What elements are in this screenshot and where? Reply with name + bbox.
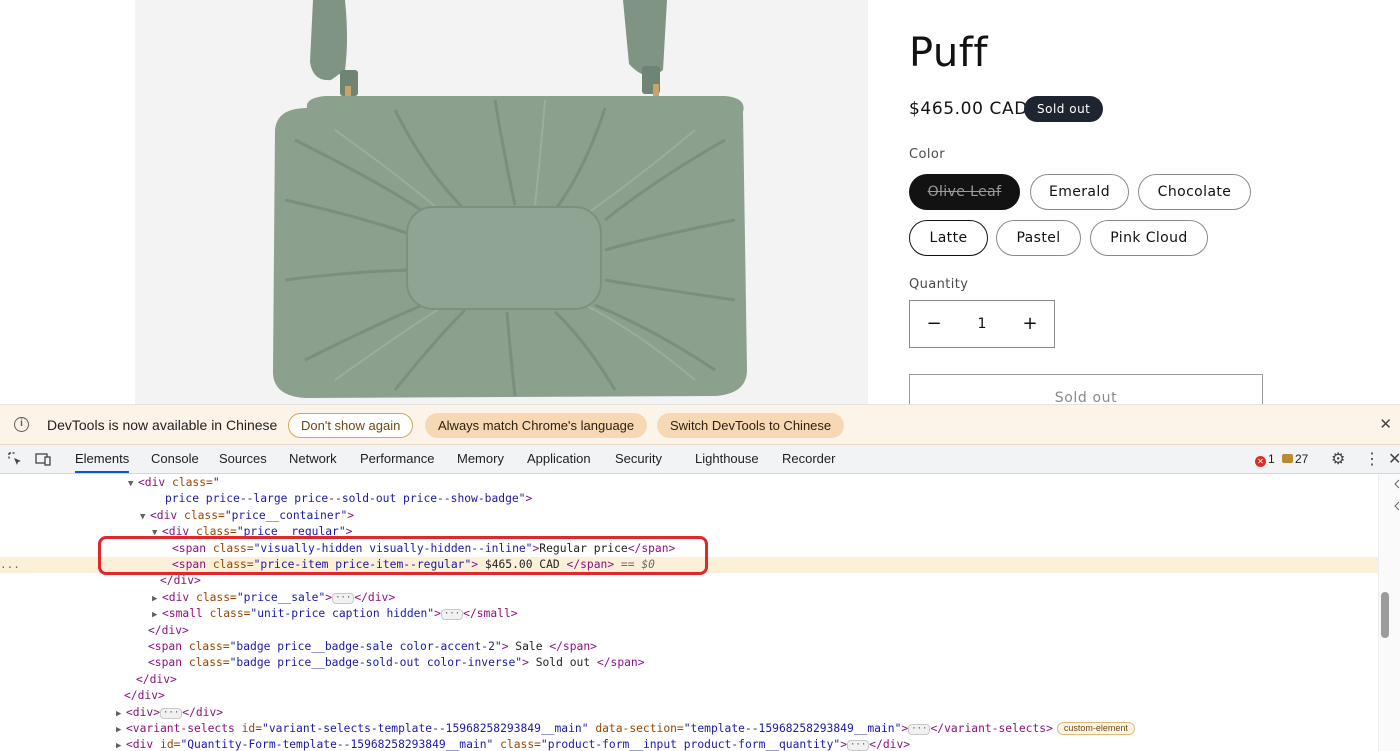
quantity-label: Quantity bbox=[909, 277, 969, 292]
collapse-triangle-icon[interactable]: ▶ bbox=[152, 607, 162, 623]
dont-show-again-button[interactable]: Don't show again bbox=[288, 413, 414, 438]
color-option-olive-leaf[interactable]: Olive Leaf bbox=[909, 174, 1020, 210]
dom-line[interactable]: price price--large price--sold-out price… bbox=[0, 491, 1378, 507]
tab-lighthouse[interactable]: Lighthouse bbox=[695, 445, 759, 473]
product-image[interactable] bbox=[135, 0, 868, 404]
dom-line[interactable]: ▼ <div class=" bbox=[0, 475, 1378, 491]
expand-triangle-icon[interactable]: ▼ bbox=[140, 509, 150, 525]
collapse-triangle-icon[interactable]: ▶ bbox=[116, 738, 126, 751]
dom-line[interactable]: ▶ <small class="unit-price caption hidden… bbox=[0, 606, 1378, 622]
tab-elements[interactable]: Elements bbox=[75, 445, 130, 473]
error-counter[interactable]: ✕ 1 bbox=[1255, 452, 1275, 467]
devtools-tabbar: Elements Console Sources Network Perform… bbox=[0, 445, 1400, 474]
more-options-icon[interactable]: ⋮ bbox=[1364, 449, 1380, 469]
info-icon: i bbox=[14, 417, 29, 432]
ellipsis-expander[interactable]: ··· bbox=[440, 609, 464, 621]
collapse-triangle-icon[interactable]: ▶ bbox=[116, 722, 126, 738]
color-option-pink-cloud[interactable]: Pink Cloud bbox=[1090, 220, 1208, 256]
language-infobar: i DevTools is now available in Chinese D… bbox=[0, 405, 1400, 445]
dom-line[interactable]: </div> bbox=[0, 688, 1378, 704]
product-price: $465.00 CAD bbox=[909, 99, 1028, 119]
dom-line[interactable]: </div> bbox=[0, 623, 1378, 639]
quantity-input[interactable]: 1 bbox=[958, 301, 1006, 347]
dom-line[interactable]: <span class="badge price__badge-sale col… bbox=[0, 639, 1378, 655]
error-count: 1 bbox=[1268, 452, 1275, 466]
dom-scrollbar-thumb[interactable] bbox=[1381, 592, 1389, 638]
close-devtools-icon[interactable]: ✕ bbox=[1388, 449, 1400, 469]
always-match-language-button[interactable]: Always match Chrome's language bbox=[425, 413, 648, 438]
devtools-panel: i DevTools is now available in Chinese D… bbox=[0, 404, 1400, 751]
dom-line[interactable]: ▼ <div class="price__container"> bbox=[0, 508, 1378, 524]
dom-line[interactable]: ▶ <div id="Quantity-Form-template--159682… bbox=[0, 737, 1378, 751]
tab-network[interactable]: Network bbox=[289, 445, 337, 473]
message-count: 27 bbox=[1295, 452, 1309, 466]
error-icon: ✕ bbox=[1255, 456, 1266, 467]
color-label: Color bbox=[909, 147, 945, 162]
expand-triangle-icon[interactable]: ▼ bbox=[128, 476, 138, 492]
tab-console[interactable]: Console bbox=[151, 445, 199, 473]
tab-memory[interactable]: Memory bbox=[457, 445, 504, 473]
quantity-increase-button[interactable]: + bbox=[1012, 301, 1048, 347]
color-option-pastel[interactable]: Pastel bbox=[996, 220, 1081, 256]
dom-line[interactable]: </div> bbox=[0, 672, 1378, 688]
custom-element-badge[interactable]: custom-element bbox=[1056, 722, 1135, 735]
sold-out-button[interactable]: Sold out bbox=[909, 374, 1263, 404]
color-option-chocolate[interactable]: Chocolate bbox=[1138, 174, 1251, 210]
dom-line[interactable]: ▶ <div> ··· </div> bbox=[0, 705, 1378, 721]
green-bag-illustration bbox=[273, 0, 747, 398]
quantity-decrease-button[interactable]: − bbox=[916, 301, 952, 347]
tab-sources[interactable]: Sources bbox=[219, 445, 267, 473]
tab-security[interactable]: Security bbox=[615, 445, 662, 473]
color-option-emerald[interactable]: Emerald bbox=[1030, 174, 1129, 210]
ellipsis-expander[interactable]: ··· bbox=[908, 724, 931, 735]
quantity-stepper: − 1 + bbox=[909, 300, 1055, 348]
tab-performance[interactable]: Performance bbox=[360, 445, 434, 473]
elements-dom-tree: ▼ <div class=" price price--large price--… bbox=[0, 475, 1378, 751]
close-icon[interactable]: ✕ bbox=[1379, 415, 1392, 433]
settings-gear-icon[interactable]: ⚙ bbox=[1331, 449, 1345, 469]
collapse-triangle-icon[interactable]: ▶ bbox=[116, 706, 126, 722]
infobar-message: DevTools is now available in Chinese bbox=[47, 417, 278, 433]
gutter-dots[interactable]: ... bbox=[0, 557, 20, 573]
tab-application[interactable]: Application bbox=[527, 445, 591, 473]
switch-to-chinese-button[interactable]: Switch DevTools to Chinese bbox=[657, 413, 845, 438]
dom-line[interactable]: ▶ <variant-selects id="variant-selects-te… bbox=[0, 721, 1378, 737]
product-page: Puff $465.00 CAD Sold out Color Olive Le… bbox=[0, 0, 1400, 404]
product-title: Puff bbox=[909, 30, 988, 76]
side-panel-edge-icon bbox=[1394, 479, 1400, 511]
message-counter[interactable]: 27 bbox=[1282, 452, 1308, 466]
sold-out-badge: Sold out bbox=[1024, 96, 1104, 122]
dom-line[interactable]: </div> bbox=[0, 573, 1378, 589]
collapse-triangle-icon[interactable]: ▶ bbox=[152, 591, 162, 607]
dom-line[interactable]: ▶ <div class="price__sale"> ··· </div> bbox=[0, 590, 1378, 606]
tab-recorder[interactable]: Recorder bbox=[782, 445, 835, 473]
inspect-element-icon[interactable] bbox=[7, 451, 23, 467]
dom-line[interactable]: <span class="badge price__badge-sold-out… bbox=[0, 655, 1378, 671]
ellipsis-expander[interactable]: ··· bbox=[332, 592, 355, 604]
device-toolbar-icon[interactable] bbox=[35, 451, 51, 467]
ellipsis-expander[interactable]: ··· bbox=[847, 740, 870, 751]
color-option-latte[interactable]: Latte bbox=[909, 220, 988, 256]
ellipsis-expander[interactable]: ··· bbox=[160, 707, 183, 719]
highlight-annotation-box bbox=[98, 536, 708, 575]
message-icon bbox=[1282, 454, 1293, 463]
